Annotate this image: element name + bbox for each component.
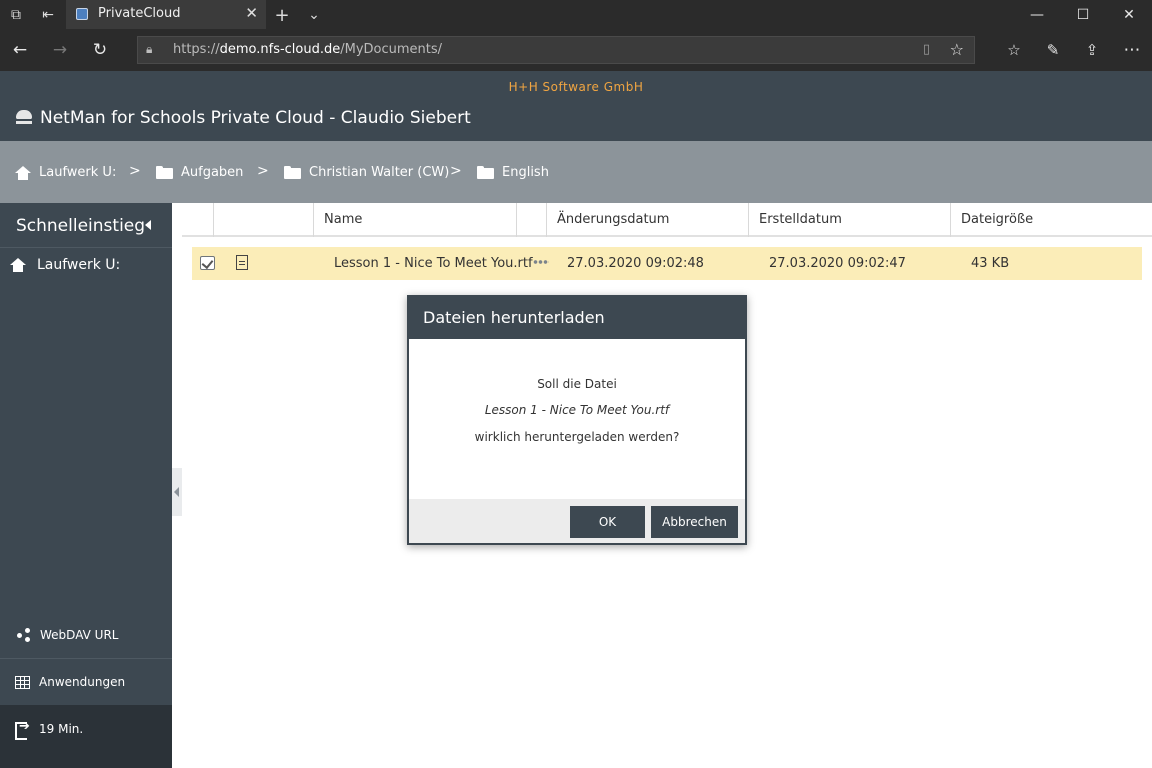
close-tab-icon[interactable]: ✕ [245,4,258,22]
more-menu-icon[interactable]: ⋯ [1120,38,1144,62]
breadcrumb-item-laufwerk[interactable]: Laufwerk U: [15,165,116,180]
home-icon [15,165,31,180]
sidebar-splitter-handle[interactable] [172,468,182,516]
breadcrumb-separator: > [450,163,462,179]
column-header-modified[interactable]: Änderungsdatum [557,212,669,227]
table-row[interactable]: Lesson 1 - Nice To Meet You.rtf 27.03.20… [192,247,1142,280]
column-divider [313,203,314,237]
column-divider [748,203,749,237]
column-divider [546,203,547,237]
breadcrumb-label: Laufwerk U: [39,165,117,180]
breadcrumb-label: English [502,165,549,180]
breadcrumb: Laufwerk U: > Aufgaben > Christian Walte… [0,141,1152,203]
app-title: NetMan for Schools Private Cloud - Claud… [40,108,471,128]
folder-icon [477,166,494,179]
dialog-title: Dateien herunterladen [423,308,605,327]
dialog-header: Dateien herunterladen [409,297,745,339]
dialog-filename: Lesson 1 - Nice To Meet You.rtf [484,403,670,417]
dialog-body: Soll die Datei Lesson 1 - Nice To Meet Y… [409,339,745,499]
folder-icon [156,166,173,179]
more-options-icon[interactable] [533,260,549,264]
breadcrumb-item-aufgaben[interactable]: Aufgaben [156,165,243,180]
maximize-icon[interactable]: ☐ [1060,0,1106,29]
breadcrumb-item-christian-walter[interactable]: Christian Walter (CW) [284,165,449,180]
share-icon[interactable]: ⇪ [1080,38,1104,62]
session-timer-label: 19 Min. [39,722,84,736]
breadcrumb-label: Christian Walter (CW) [309,165,450,180]
favorites-icon[interactable]: ☆ [1002,38,1026,62]
sidebar-item-label: Laufwerk U: [37,257,121,273]
table-header: Name Änderungsdatum Erstelldatum Dateigr… [182,203,1152,237]
set-aside-tabs-icon[interactable]: ⇤ [38,5,58,25]
checkbox-checked-icon[interactable] [200,256,215,270]
breadcrumb-separator: > [257,163,269,179]
favorite-star-icon[interactable]: ☆ [950,40,964,59]
cancel-button[interactable]: Abbrechen [651,506,738,538]
tab-actions-icon[interactable]: ⧉ [6,5,26,25]
sidebar-divider [0,247,172,248]
ok-button[interactable]: OK [570,506,645,538]
sidebar-item-label: Anwendungen [39,675,126,689]
file-name[interactable]: Lesson 1 - Nice To Meet You.rtf [334,256,533,271]
reading-view-icon[interactable]: ▯ [923,42,930,57]
sidebar-item-webdav[interactable]: WebDAV URL [0,611,172,658]
column-header-size[interactable]: Dateigröße [961,212,1033,227]
share-icon [15,627,32,642]
column-header-name[interactable]: Name [324,212,362,227]
collapse-sidebar-icon[interactable] [145,220,151,230]
breadcrumb-item-english[interactable]: English [477,165,549,180]
logout-icon [15,719,32,740]
close-window-icon[interactable]: ✕ [1106,0,1152,29]
home-icon [10,258,27,272]
file-created: 27.03.2020 09:02:47 [769,256,906,271]
app-header: H+H Software GmbH NetMan for Schools Pri… [0,71,1152,141]
dialog-footer: OK Abbrechen [409,499,745,543]
sidebar-item-anwendungen[interactable]: Anwendungen [0,658,172,705]
download-dialog: Dateien herunterladen Soll die Datei Les… [407,295,747,545]
column-header-created[interactable]: Erstelldatum [759,212,842,227]
column-divider [516,203,517,237]
breadcrumb-label: Aufgaben [181,165,244,180]
file-modified: 27.03.2020 09:02:48 [567,256,704,271]
column-divider [950,203,951,237]
tab-list-chevron-icon[interactable]: ⌄ [304,5,324,25]
sidebar-heading: Schnelleinstieg [16,216,146,236]
refresh-icon[interactable]: ↻ [88,38,112,62]
company-name: H+H Software GmbH [508,80,644,94]
cloud-app-icon [16,110,32,124]
favicon-icon [76,8,88,20]
tab-title: PrivateCloud [98,6,181,21]
new-tab-icon[interactable]: + [272,5,292,26]
document-icon [236,255,248,270]
sidebar-item-laufwerk[interactable]: Laufwerk U: [10,257,120,273]
folder-icon [284,166,301,179]
forward-icon[interactable]: → [48,38,72,62]
lock-icon: 🔒︎ [146,42,153,56]
file-size: 43 KB [971,256,1010,271]
sidebar-item-label: WebDAV URL [40,627,119,642]
minimize-icon[interactable]: — [1014,0,1060,29]
back-icon[interactable]: ← [8,38,32,62]
address-bar[interactable]: 🔒︎ https://demo.nfs-cloud.de/MyDocuments… [137,36,975,64]
pen-icon[interactable]: ✎ [1041,38,1065,62]
sidebar: Schnelleinstieg Laufwerk U: WebDAV URL A… [0,203,172,768]
breadcrumb-separator: > [129,163,141,179]
browser-tab-bar: ⧉ ⇤ PrivateCloud ✕ + ⌄ — ☐ ✕ [0,0,1152,29]
browser-tab[interactable]: PrivateCloud ✕ [66,0,266,29]
url-text[interactable]: https://demo.nfs-cloud.de/MyDocuments/ [173,42,442,57]
session-timer[interactable]: 19 Min. [0,705,172,768]
calendar-grid-icon [15,675,30,689]
dialog-question-line3: wirklich heruntergeladen werden? [474,430,680,444]
column-divider [213,203,214,237]
dialog-question-line1: Soll die Datei [537,377,617,391]
browser-nav-bar: ← → ↻ 🔒︎ https://demo.nfs-cloud.de/MyDoc… [0,29,1152,71]
